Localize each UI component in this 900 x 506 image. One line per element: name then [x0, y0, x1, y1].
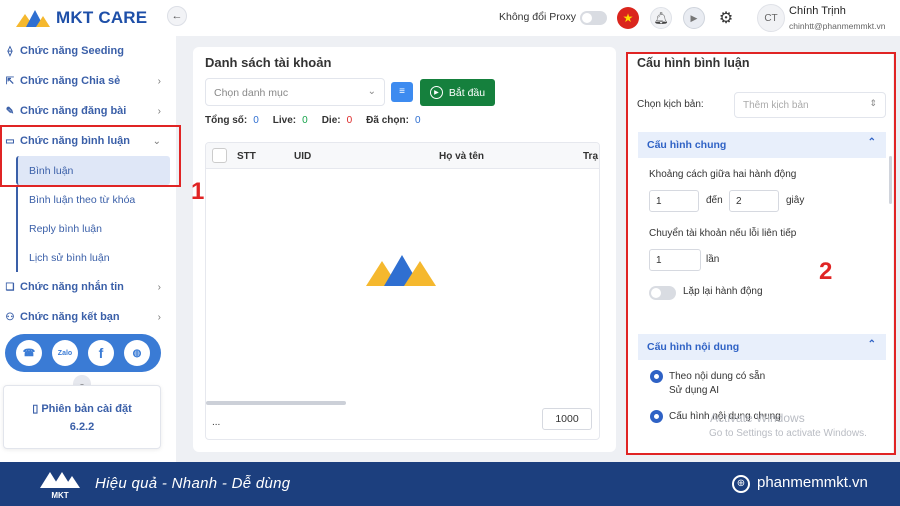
start-button[interactable]: ▶ Bắt đầu — [420, 79, 495, 106]
start-label: Bắt đầu — [448, 86, 486, 99]
chevron-right-icon: › — [157, 105, 161, 117]
globe-icon[interactable]: ◍ — [124, 340, 150, 366]
play-circle-icon[interactable]: ▶ — [683, 7, 705, 29]
sidebar-subitem-keyword-comment[interactable]: Bình luận theo từ khóa — [16, 185, 176, 214]
proxy-label: Không đổi Proxy — [499, 11, 577, 23]
page-size-input[interactable]: 1000 — [542, 408, 592, 430]
column-header-status[interactable]: Trạ — [583, 151, 598, 162]
sidebar-item-label: Chức năng kết bạn — [20, 311, 120, 323]
annotation-number-1: 1 — [191, 178, 205, 205]
category-select[interactable]: Chọn danh mục ⌄ — [205, 78, 385, 106]
footer-website[interactable]: phanmemmkt.vn — [757, 474, 868, 491]
sidebar-item-message[interactable]: ❏ Chức năng nhắn tin › — [0, 272, 176, 302]
stat-total-value: 0 — [253, 115, 259, 126]
brand-name: MKT CARE — [56, 8, 148, 27]
account-list-panel: Danh sách tài khoản Chọn danh mục ⌄ ≡ ▶ … — [193, 47, 616, 452]
version-number: 6.2.2 — [69, 421, 95, 433]
sidebar-item-label: Chức năng Seeding — [20, 45, 124, 57]
footer-logo-text: MKT — [51, 491, 68, 500]
share-nodes-icon: ⟠ — [7, 45, 13, 57]
sidebar-subitem-reply-comment[interactable]: Reply bình luận — [16, 214, 176, 243]
sidebar-subitem-comment-history[interactable]: Lịch sử bình luận — [16, 243, 176, 272]
facebook-icon[interactable]: f — [88, 340, 114, 366]
empty-state-logo-icon — [366, 255, 436, 286]
chat-bubbles-icon: ❏ — [5, 281, 15, 293]
topbar: Không đổi Proxy ★ 🔔︎ ▶ ⚙ CT Chính Trịnh … — [176, 0, 900, 36]
collapse-sidebar-button[interactable]: ← — [167, 6, 187, 26]
column-header-uid[interactable]: UID — [294, 151, 311, 162]
table-footer-text: ... — [212, 417, 221, 428]
sidebar-item-share[interactable]: ⇱ Chức năng Chia sẻ › — [0, 66, 176, 96]
category-placeholder: Chọn danh mục — [214, 87, 289, 99]
chevron-right-icon: › — [157, 311, 161, 323]
column-header-name[interactable]: Họ và tên — [439, 151, 484, 162]
stat-live-label: Live: — [272, 115, 297, 126]
proxy-toggle[interactable] — [580, 11, 607, 25]
edit-post-icon: ✎ — [5, 105, 15, 117]
column-header-stt[interactable]: STT — [237, 151, 256, 162]
mkt-footer-logo-icon: MKT — [40, 472, 80, 500]
sidebar-item-label: Chức năng Chia sẻ — [20, 75, 121, 87]
mkt-logo-icon — [16, 10, 50, 27]
chevron-right-icon: › — [157, 281, 161, 293]
stat-live-value: 0 — [302, 115, 308, 126]
version-card: ▯ Phiên bản cài đặt 6.2.2 — [3, 385, 161, 449]
chevron-right-icon: › — [157, 75, 161, 87]
stat-selected-label: Đã chọn: — [366, 115, 409, 126]
add-friend-icon: ⚇ — [5, 311, 15, 323]
table-footer: ... 1000 — [206, 401, 599, 439]
footer-slogan: Hiệu quả - Nhanh - Dễ dùng — [95, 475, 291, 492]
account-stats: Tổng số: 0 Live: 0 Die: 0 Đã chọn: 0 — [205, 115, 435, 126]
chevron-down-icon: ⌄ — [367, 86, 376, 97]
annotation-number-2: 2 — [819, 258, 833, 285]
sidebar: MKT CARE ⟠ Chức năng Seeding ⇱ Chức năng… — [0, 0, 176, 462]
stat-total-label: Tổng số: — [205, 115, 248, 126]
version-label: Phiên bản cài đặt — [41, 403, 132, 415]
account-table: STT UID Họ và tên Trạ ... 1000 — [205, 142, 600, 440]
subitem-label: Lịch sử bình luận — [29, 251, 110, 264]
bell-icon[interactable]: 🔔︎ — [650, 7, 672, 29]
user-name: Chính Trịnh — [789, 5, 846, 17]
avatar[interactable]: CT — [757, 4, 785, 32]
subitem-label: Bình luận theo từ khóa — [29, 193, 136, 206]
stat-die-label: Die: — [321, 115, 341, 126]
sidebar-item-label: Chức năng nhắn tin — [20, 281, 124, 293]
sidebar-item-friend[interactable]: ⚇ Chức năng kết bạn › — [0, 302, 176, 332]
select-all-checkbox[interactable] — [212, 148, 227, 163]
share-box-icon: ⇱ — [5, 75, 15, 87]
sidebar-item-post[interactable]: ✎ Chức năng đăng bài › — [0, 96, 176, 126]
gear-icon[interactable]: ⚙ — [715, 7, 737, 29]
subitem-label: Reply bình luận — [29, 222, 102, 235]
sidebar-item-seeding[interactable]: ⟠ Chức năng Seeding — [0, 36, 176, 66]
filter-icon: ≡ — [399, 86, 405, 97]
version-icon: ▯ — [32, 403, 42, 415]
social-bar: ☎ Zalo f ◍ — [5, 334, 161, 372]
stat-selected-value: 0 — [414, 115, 421, 126]
page-title: Danh sách tài khoản — [205, 55, 332, 70]
play-icon: ▶ — [429, 86, 443, 99]
zalo-icon[interactable]: Zalo — [52, 340, 78, 366]
annotation-box-1 — [0, 125, 181, 187]
footer-bar: MKT Hiệu quả - Nhanh - Dễ dùng ⊕ phanmem… — [0, 462, 900, 506]
table-header: STT UID Họ và tên Trạ — [206, 143, 599, 169]
sidebar-item-label: Chức năng đăng bài — [20, 105, 127, 117]
vietnam-flag-icon[interactable]: ★ — [617, 7, 639, 29]
filter-button[interactable]: ≡ — [391, 82, 413, 102]
horizontal-scrollbar[interactable] — [206, 401, 346, 405]
annotation-box-2 — [626, 52, 896, 455]
brand-logo: MKT CARE — [14, 6, 147, 30]
support-headset-icon[interactable]: ☎ — [16, 340, 42, 366]
globe-icon: ⊕ — [732, 475, 750, 493]
stat-die-value: 0 — [346, 115, 353, 126]
user-email: chinhtt@phanmemmkt.vn — [789, 21, 886, 31]
